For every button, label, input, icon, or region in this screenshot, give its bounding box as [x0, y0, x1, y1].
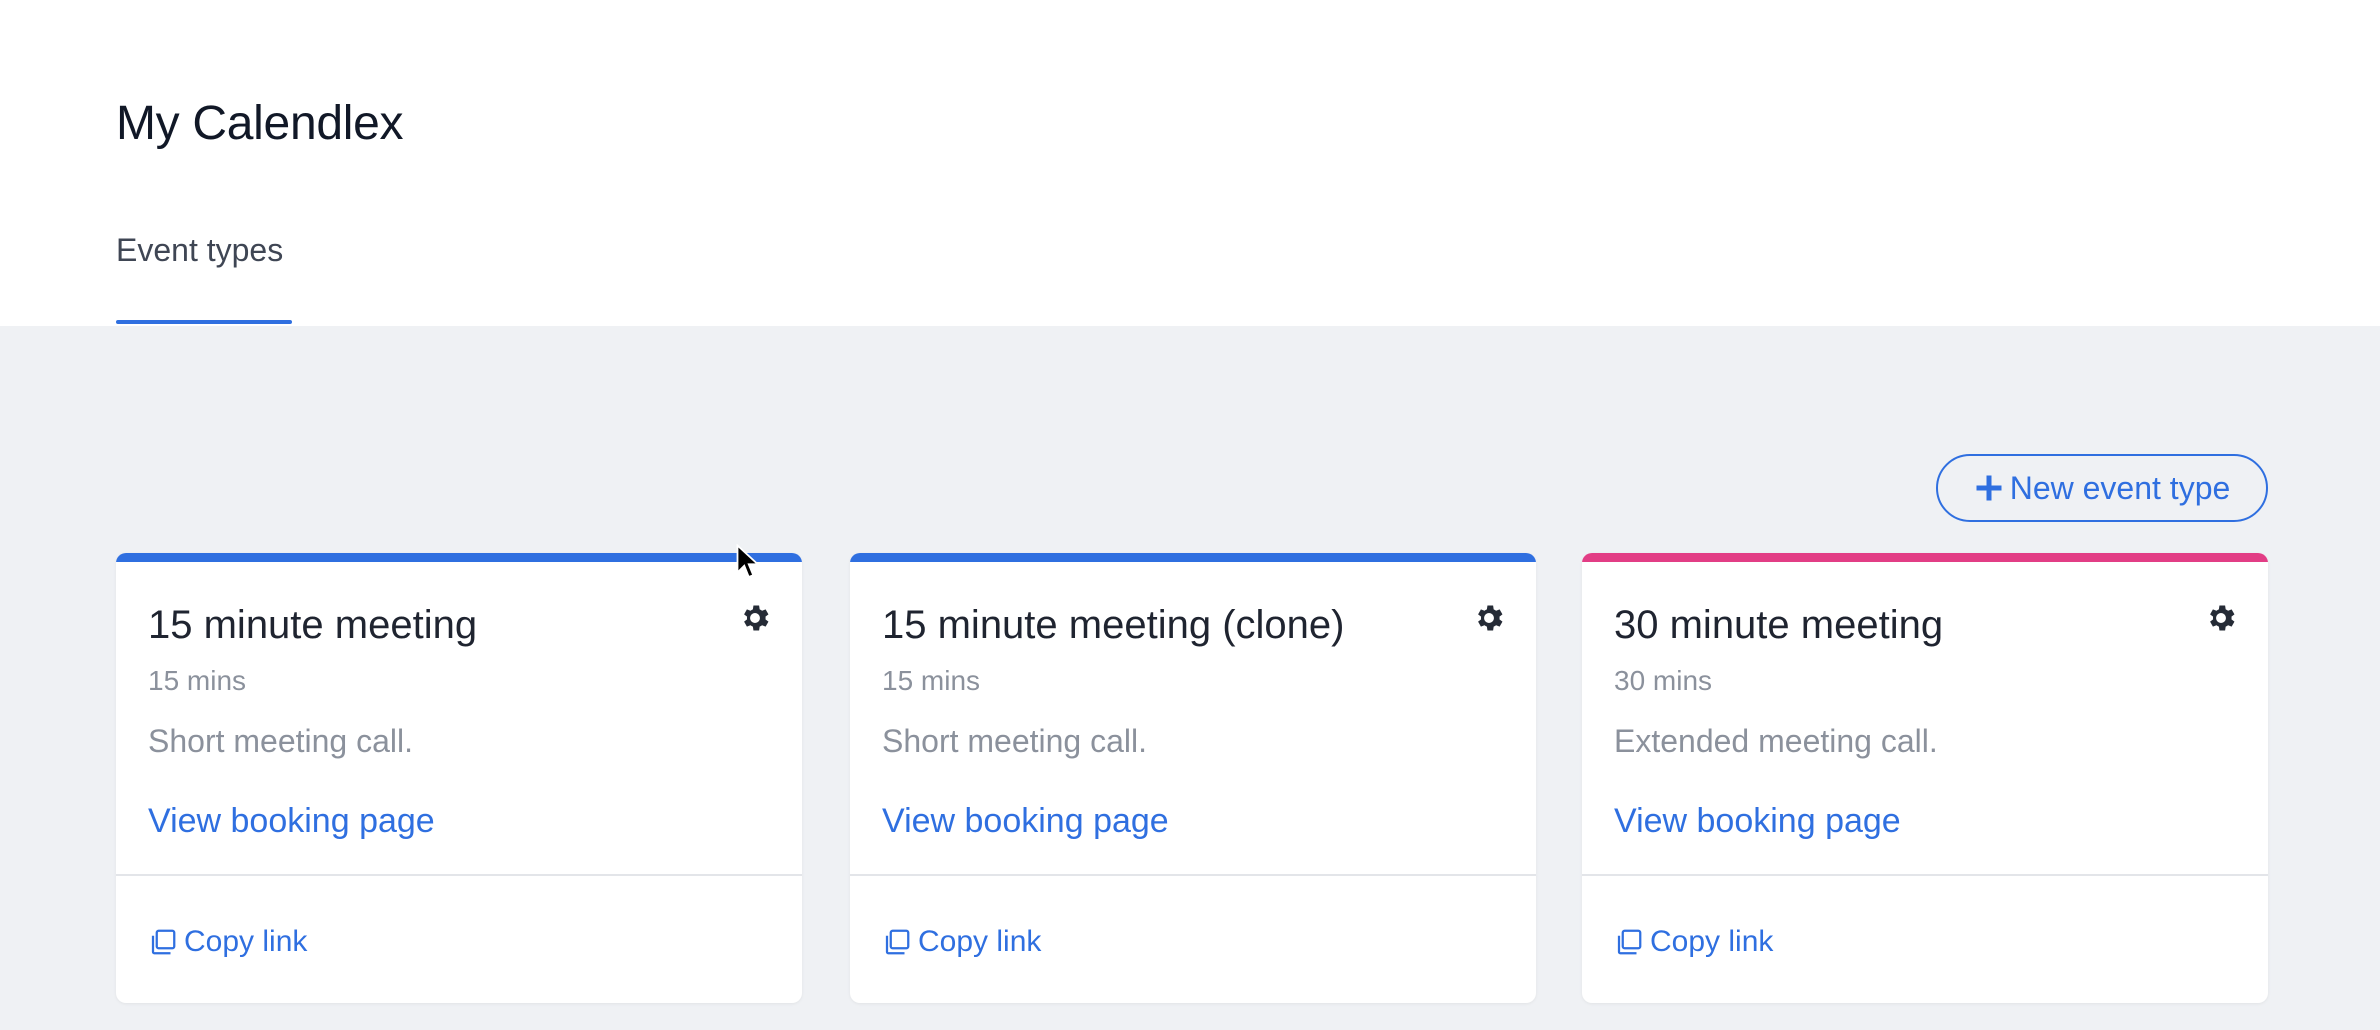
event-description: Short meeting call.	[148, 723, 414, 759]
new-event-type-label: New event type	[2009, 469, 2231, 506]
card-divider	[1582, 874, 2268, 876]
copy-link-button[interactable]: Copy link	[882, 921, 1041, 963]
view-booking-page-link[interactable]: View booking page	[148, 797, 435, 845]
copy-link-button[interactable]: Copy link	[1614, 921, 1773, 963]
event-card: 15 minute meeting (clone) 15 mins Short …	[850, 553, 1536, 1003]
event-card: 30 minute meeting 30 mins Extended meeti…	[1582, 553, 2268, 1003]
copy-icon	[151, 929, 176, 955]
gear-icon[interactable]	[738, 601, 772, 635]
card-color-bar	[1582, 553, 2268, 562]
page-header: My Calendlex Event types	[0, 0, 2380, 326]
card-divider	[116, 874, 802, 876]
new-event-type-button[interactable]: New event type	[1936, 454, 2268, 522]
event-title: 30 minute meeting	[1614, 603, 1944, 647]
card-divider	[850, 874, 1536, 876]
event-duration: 15 mins	[882, 665, 981, 696]
copy-link-label: Copy link	[918, 925, 1042, 958]
event-description: Short meeting call.	[882, 723, 1148, 759]
active-tab-indicator	[116, 320, 292, 324]
copy-icon	[1617, 929, 1642, 955]
event-description: Extended meeting call.	[1614, 723, 1938, 759]
event-duration: 15 mins	[148, 665, 247, 696]
event-title: 15 minute meeting (clone)	[882, 603, 1345, 647]
event-duration: 30 mins	[1614, 665, 1713, 696]
gear-icon[interactable]	[1472, 601, 1506, 635]
card-color-bar	[116, 553, 802, 562]
copy-link-button[interactable]: Copy link	[148, 921, 307, 963]
tab-event-types[interactable]: Event types	[116, 228, 283, 272]
mouse-cursor-icon	[736, 544, 760, 579]
event-title: 15 minute meeting	[148, 603, 478, 647]
copy-icon	[885, 929, 910, 955]
plus-icon	[1976, 475, 2002, 501]
copy-link-label: Copy link	[184, 925, 308, 958]
gear-icon[interactable]	[2204, 601, 2238, 635]
event-card: 15 minute meeting 15 mins Short meeting …	[116, 553, 802, 1003]
view-booking-page-link[interactable]: View booking page	[1614, 797, 1901, 845]
page-title: My Calendlex	[116, 97, 404, 150]
card-color-bar	[850, 553, 1536, 562]
copy-link-label: Copy link	[1650, 925, 1774, 958]
view-booking-page-link[interactable]: View booking page	[882, 797, 1169, 845]
